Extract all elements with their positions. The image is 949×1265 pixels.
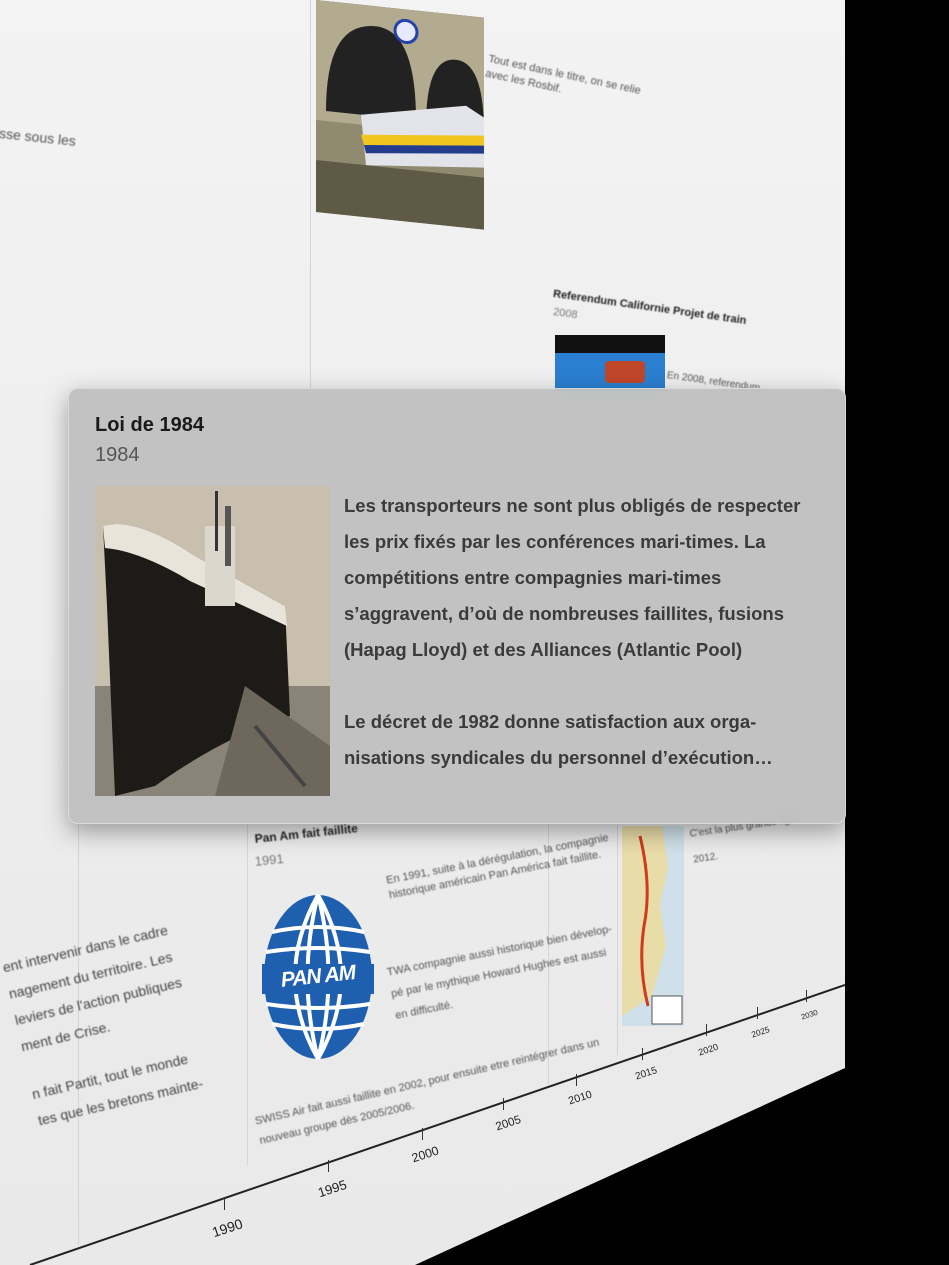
event-popup-card[interactable]: Loi de 1984 1984 Les transporteurs ne so… bbox=[68, 388, 846, 824]
popup-paragraph-2: Le décret de 1982 donne satisfaction aux… bbox=[344, 711, 773, 768]
axis-tick bbox=[706, 1024, 708, 1036]
axis-tick bbox=[503, 1098, 505, 1110]
axis-tick bbox=[422, 1128, 424, 1140]
popup-description: Les transporteurs ne sont plus obligés d… bbox=[344, 488, 829, 812]
popup-year: 1984 bbox=[95, 444, 140, 466]
ship-photo bbox=[95, 486, 330, 796]
axis-tick bbox=[328, 1160, 330, 1172]
axis-tick bbox=[642, 1048, 644, 1060]
axis-tick bbox=[806, 990, 808, 1002]
axis-tick bbox=[224, 1198, 226, 1210]
axis-tick bbox=[576, 1074, 578, 1086]
popup-paragraph-1: Les transporteurs ne sont plus obligés d… bbox=[344, 495, 801, 660]
popup-title: Loi de 1984 bbox=[95, 414, 204, 436]
axis-tick bbox=[757, 1007, 759, 1019]
